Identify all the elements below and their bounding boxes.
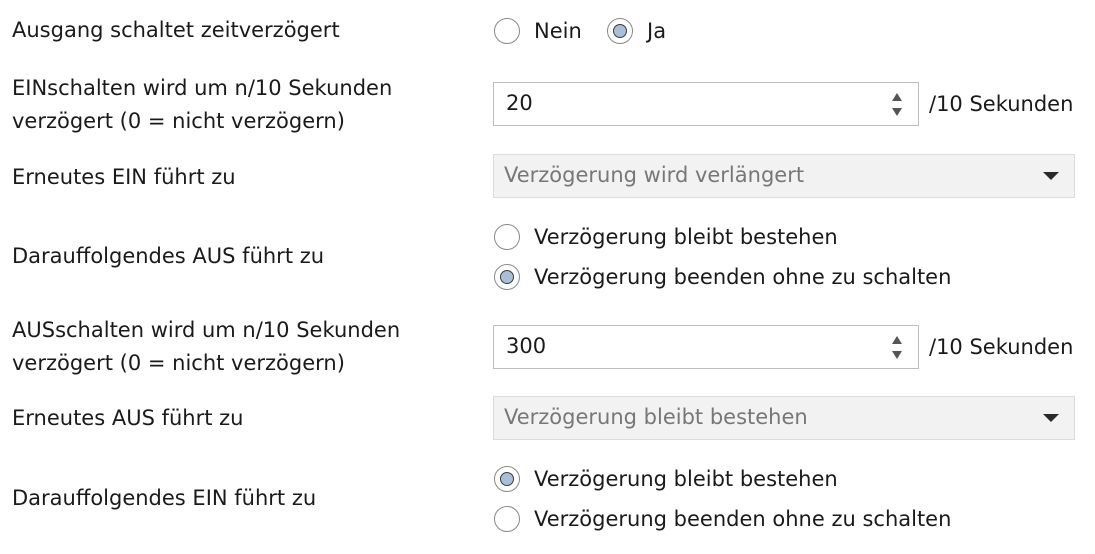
increment-icon[interactable] [892,93,902,101]
radio-circle-selected[interactable] [494,466,520,492]
on-delay-unit: /10 Sekunden [929,92,1074,116]
repeat-on-value: Verzögerung wird verlängert [504,163,805,187]
on-delay-label-line2: verzögert (0 = nicht verzögern) [12,109,345,133]
off-delay-spinbox[interactable]: 300 [493,325,919,369]
chevron-down-icon [1043,172,1059,180]
on-delay-label: EINschalten wird um n/10 Sekunden verzög… [12,72,392,138]
on-delay-spinbox[interactable]: 20 [493,82,919,126]
radio-following-on-end[interactable]: Verzögerung beenden ohne zu schalten [494,502,951,536]
radio-label: Nein [534,19,582,43]
radio-circle[interactable] [494,18,520,44]
repeat-on-select: Verzögerung wird verlängert [493,154,1075,198]
delayed-label: Ausgang schaltet zeitverzögert [12,18,340,42]
radio-ja[interactable]: Ja [607,14,666,48]
radio-selected-dot [500,472,514,486]
radio-label: Verzögerung bleibt bestehen [534,225,838,249]
off-delay-label: AUSschalten wird um n/10 Sekunden verzög… [12,314,400,380]
off-delay-label-line2: verzögert (0 = nicht verzögern) [12,351,345,375]
radio-following-on-keep[interactable]: Verzögerung bleibt bestehen [494,462,838,496]
spin-arrows[interactable] [892,89,904,119]
off-delay-unit: /10 Sekunden [929,335,1074,359]
radio-circle-selected[interactable] [494,264,520,290]
chevron-down-icon [1043,414,1059,422]
increment-icon[interactable] [892,336,902,344]
repeat-off-label: Erneutes AUS führt zu [12,406,244,430]
following-off-label: Darauffolgendes AUS führt zu [12,244,325,268]
radio-label: Ja [647,19,667,43]
on-delay-value: 20 [506,91,533,115]
off-delay-label-line1: AUSschalten wird um n/10 Sekunden [12,318,401,342]
radio-selected-dot [500,270,514,284]
radio-circle-selected[interactable] [607,18,633,44]
radio-nein[interactable]: Nein [494,14,582,48]
radio-label: Verzögerung beenden ohne zu schalten [534,507,952,531]
radio-circle[interactable] [494,506,520,532]
spin-arrows[interactable] [892,332,904,362]
decrement-icon[interactable] [892,351,902,359]
repeat-off-select: Verzögerung bleibt bestehen [493,396,1075,440]
radio-following-off-end[interactable]: Verzögerung beenden ohne zu schalten [494,260,951,294]
radio-label: Verzögerung beenden ohne zu schalten [534,265,952,289]
off-delay-value: 300 [506,334,547,358]
radio-label: Verzögerung bleibt bestehen [534,467,838,491]
on-delay-label-line1: EINschalten wird um n/10 Sekunden [12,76,393,100]
repeat-on-label: Erneutes EIN führt zu [12,165,236,189]
repeat-off-value: Verzögerung bleibt bestehen [504,405,808,429]
decrement-icon[interactable] [892,108,902,116]
following-on-label: Darauffolgendes EIN führt zu [12,486,317,510]
radio-circle[interactable] [494,224,520,250]
radio-following-off-keep[interactable]: Verzögerung bleibt bestehen [494,220,838,254]
radio-selected-dot [613,24,627,38]
